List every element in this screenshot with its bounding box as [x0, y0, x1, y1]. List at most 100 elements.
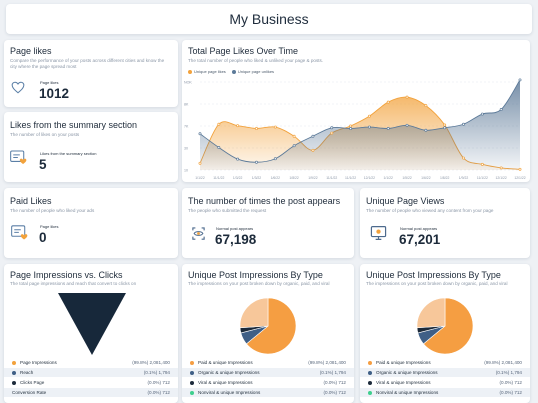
page-header: My Business: [6, 4, 532, 34]
pie-chart: [416, 297, 474, 355]
card-subtitle: The total page impressions and reach tha…: [10, 281, 137, 286]
row-label-wrap: Reach: [12, 370, 144, 375]
row-swatch: [190, 380, 194, 385]
pie-legend-row[interactable]: Paid & unique Impressions (99.8%) 2,081,4…: [182, 358, 354, 367]
data-point[interactable]: [292, 144, 296, 148]
row-value: (0.0%) 712: [323, 390, 346, 395]
data-point[interactable]: [292, 134, 296, 138]
row-label: Clicks Page: [20, 380, 45, 385]
metric-value: 5: [39, 157, 47, 172]
data-point[interactable]: [424, 104, 428, 108]
row-label: Reach: [20, 370, 34, 375]
row-label-wrap: Clicks Page: [12, 380, 148, 385]
row-label-wrap: Organic & unique Impressions: [190, 370, 320, 375]
pie-legend-row[interactable]: Viral & unique Impressions (0.0%) 712: [182, 378, 354, 387]
data-point[interactable]: [386, 127, 390, 130]
data-point[interactable]: [330, 131, 334, 135]
y-tick-label: NOK: [184, 81, 192, 85]
data-point[interactable]: [462, 156, 465, 160]
row-label: Viral & unique Impressions: [376, 380, 431, 385]
post-impressions-card-1: Unique Post Impressions By Type The impr…: [182, 264, 354, 403]
pie-slice[interactable]: [416, 297, 446, 329]
card-title: Unique Post Impressions By Type: [188, 270, 323, 280]
row-swatch: [12, 370, 16, 375]
row-label-wrap: Viral & unique Impressions: [190, 380, 324, 385]
row-label: Page Impressions: [20, 360, 57, 365]
data-point[interactable]: [273, 125, 277, 129]
card-title: Total Page Likes Over Time: [188, 46, 299, 56]
data-point[interactable]: [443, 123, 447, 127]
pie-legend-row[interactable]: Organic & unique Impressions (0.1%) 1,794: [360, 368, 530, 377]
data-point[interactable]: [311, 134, 315, 138]
data-point[interactable]: [236, 157, 240, 161]
card-subtitle: The number of people who liked your ads: [10, 208, 95, 213]
data-point[interactable]: [255, 160, 258, 164]
likes-area-chart: 10 30 7K 8K NOK 1/1/22 11/1/22 1/3/22 1/3/22 1/6/…: [184, 78, 526, 180]
data-point[interactable]: [405, 95, 409, 99]
pie-legend-row[interactable]: Organic & unique Impressions (0.1%) 1,794: [182, 368, 354, 377]
data-point[interactable]: [386, 100, 390, 104]
row-label-wrap: Paid & unique Impressions: [190, 360, 308, 365]
data-point[interactable]: [349, 124, 353, 128]
row-label-wrap: Page Impressions: [12, 360, 132, 365]
data-point[interactable]: [499, 166, 503, 170]
row-label-wrap: Conversion Rate: [12, 390, 148, 395]
pie-legend-row[interactable]: Nonviral & unique Impressions (0.0%) 712: [182, 388, 354, 397]
data-point[interactable]: [480, 162, 484, 166]
eye-icon: [192, 227, 205, 240]
data-point[interactable]: [499, 108, 503, 111]
data-point[interactable]: [518, 78, 522, 82]
row-label: Organic & unique Impressions: [376, 370, 438, 375]
data-point[interactable]: [424, 128, 428, 132]
data-point[interactable]: [480, 112, 484, 116]
row-label-wrap: Nonviral & unique Impressions: [368, 390, 500, 395]
data-point[interactable]: [198, 161, 202, 165]
card-title: Unique Page Views: [366, 196, 445, 206]
funnel-shape: [58, 293, 126, 355]
x-tick-label: 1/3/22: [233, 176, 243, 180]
row-label: Paid & unique Impressions: [376, 360, 431, 365]
y-tick-label: 8K: [184, 103, 189, 107]
x-tick-label: 1/1/22: [195, 176, 205, 180]
data-point[interactable]: [349, 127, 353, 130]
x-tick-label: 11/1/22: [345, 176, 356, 180]
pie-legend-row[interactable]: Paid & unique Impressions (99.8%) 2,081,4…: [360, 358, 530, 367]
funnel-row[interactable]: Clicks Page (0.0%) 712: [4, 378, 178, 387]
data-point[interactable]: [367, 114, 371, 118]
row-value: (0.0%) 712: [323, 380, 346, 385]
card-title: Page likes: [10, 46, 52, 56]
data-point[interactable]: [367, 125, 371, 129]
data-point[interactable]: [217, 122, 221, 126]
legend-swatch: [231, 69, 236, 74]
pie-legend-row[interactable]: Viral & unique Impressions (0.0%) 712: [360, 378, 530, 387]
row-swatch: [368, 390, 372, 395]
post-impressions-card-2: Unique Post Impressions By Type The impr…: [360, 264, 530, 403]
row-swatch: [12, 360, 16, 365]
data-point[interactable]: [405, 123, 409, 127]
data-point[interactable]: [273, 157, 277, 161]
data-point[interactable]: [330, 126, 334, 130]
data-point[interactable]: [217, 146, 221, 149]
funnel-row[interactable]: Page Impressions (99.8%) 2,081,400: [4, 358, 178, 367]
data-point[interactable]: [518, 167, 522, 171]
x-tick-label: 12/1/22: [364, 176, 375, 180]
metric-label: Page likes: [40, 80, 59, 85]
card-subtitle: The impressions on your post broken down…: [188, 281, 330, 286]
x-tick-label: 11/1/22: [326, 176, 337, 180]
row-value: (99.8%) 2,081,400: [132, 360, 170, 365]
total-likes-chart-card: Total Page Likes Over Time The total num…: [182, 40, 530, 182]
row-value: (99.8%) 2,081,400: [484, 360, 522, 365]
data-point[interactable]: [255, 127, 258, 130]
data-point[interactable]: [462, 122, 465, 126]
funnel-row[interactable]: Reach (0.1%) 1,794: [4, 368, 178, 377]
funnel-row[interactable]: Conversion Rate (0.0%) 712: [4, 388, 178, 397]
data-point[interactable]: [443, 126, 447, 130]
data-point[interactable]: [198, 132, 202, 136]
legend-swatch: [188, 69, 192, 74]
data-point[interactable]: [236, 124, 240, 128]
pie-slice[interactable]: [239, 297, 269, 329]
page-likes-card: Page likes Compare the performance of yo…: [4, 40, 178, 107]
pie-legend-row[interactable]: Nonviral & unique Impressions (0.0%) 712: [360, 388, 530, 397]
x-tick-label: 1/9/22: [459, 176, 469, 180]
data-point[interactable]: [311, 148, 315, 152]
